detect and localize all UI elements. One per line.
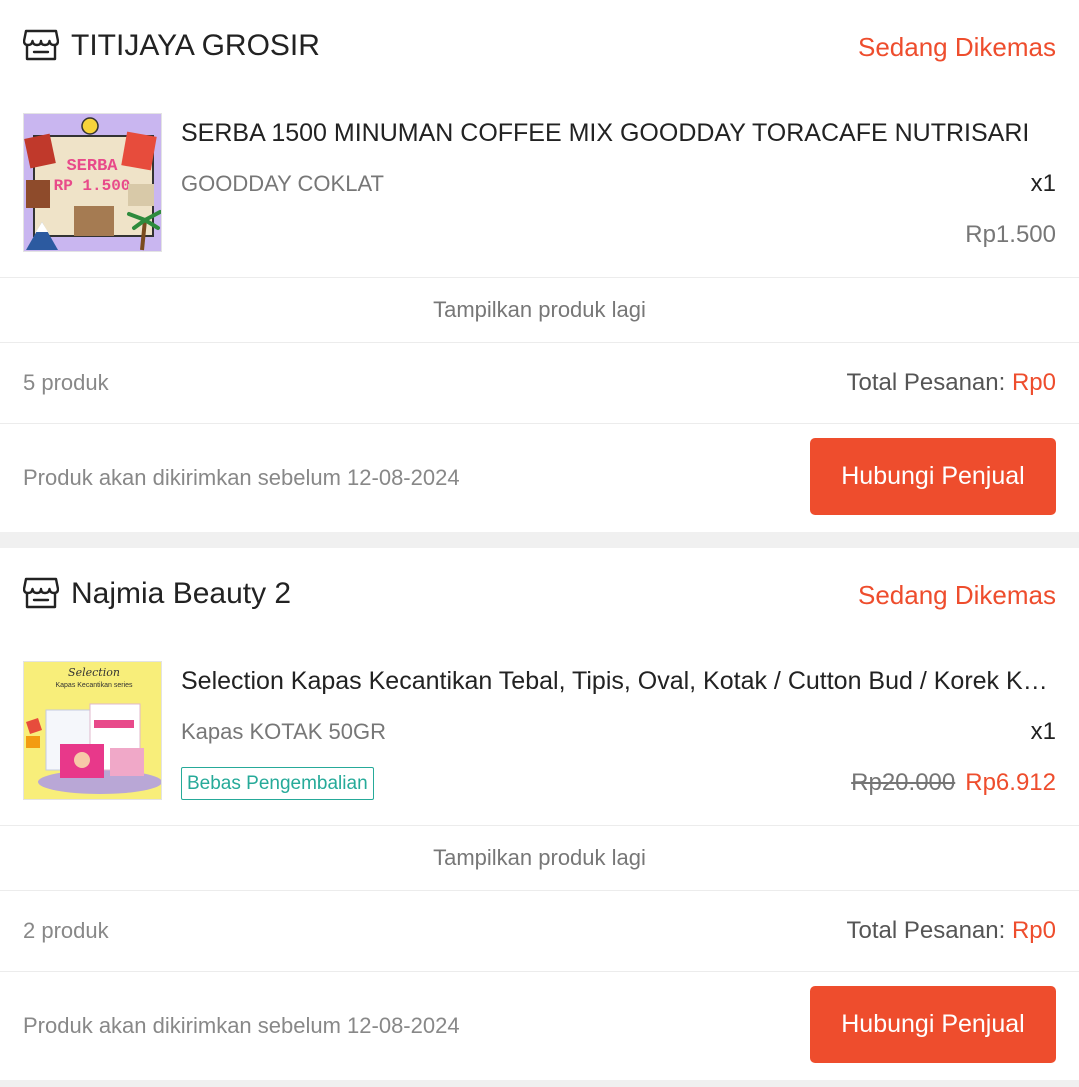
show-more-products[interactable]: Tampilkan produk lagi xyxy=(0,278,1079,342)
product-price: Rp20.000 Rp6.912 xyxy=(851,766,1056,800)
product-item[interactable]: Selection Kapas Kecantikan series Select… xyxy=(0,643,1079,825)
order-card: TITIJAYA GROSIR Sedang Dikemas SERBA RP … xyxy=(0,0,1079,532)
thumb-text-serba: SERBA xyxy=(66,157,118,176)
shipping-row: Produk akan dikirimkan sebelum 12-08-202… xyxy=(0,972,1079,1080)
thumb-text-series: Kapas Kecantikan series xyxy=(55,682,133,689)
show-more-products[interactable]: Tampilkan produk lagi xyxy=(0,826,1079,890)
product-name: Selection Kapas Kecantikan Tebal, Tipis,… xyxy=(181,667,1057,695)
price-value: Rp1.500 xyxy=(965,221,1056,248)
product-item[interactable]: SERBA RP 1.500 SERBA 1500 MINUMAN COFFEE… xyxy=(0,95,1079,277)
store-icon xyxy=(23,577,59,609)
shop-name: TITIJAYA GROSIR xyxy=(71,29,320,62)
total-amount: Rp0 xyxy=(1011,369,1056,396)
original-price: Rp20.000 xyxy=(851,769,956,796)
free-return-badge: Bebas Pengembalian xyxy=(181,767,374,800)
order-total: Total Pesanan: Rp0 xyxy=(847,913,1056,949)
product-name: SERBA 1500 MINUMAN COFFEE MIX GOODDAY TO… xyxy=(181,119,1030,147)
product-quantity: x1 xyxy=(1030,718,1056,745)
contact-seller-button[interactable]: Hubungi Penjual xyxy=(810,986,1056,1063)
shipping-note: Produk akan dikirimkan sebelum 12-08-202… xyxy=(23,1013,460,1038)
order-card: Najmia Beauty 2 Sedang Dikemas Selection… xyxy=(0,548,1079,1080)
product-thumbnail: SERBA RP 1.500 xyxy=(23,113,162,252)
order-summary: 2 produk Total Pesanan: Rp0 xyxy=(0,891,1079,971)
product-variant: GOODDAY COKLAT xyxy=(181,171,384,196)
shop-name: Najmia Beauty 2 xyxy=(71,577,292,610)
order-summary: 5 produk Total Pesanan: Rp0 xyxy=(0,343,1079,423)
total-label: Total Pesanan: xyxy=(846,369,1006,396)
order-status: Sedang Dikemas xyxy=(858,580,1056,610)
product-variant: Kapas KOTAK 50GR xyxy=(181,719,387,744)
discounted-price: Rp6.912 xyxy=(965,769,1056,796)
total-label: Total Pesanan: xyxy=(846,917,1006,944)
order-header[interactable]: TITIJAYA GROSIR Sedang Dikemas xyxy=(0,0,1079,95)
product-thumbnail: Selection Kapas Kecantikan series xyxy=(23,661,162,800)
product-count: 5 produk xyxy=(23,370,109,395)
order-total: Total Pesanan: Rp0 xyxy=(847,365,1056,401)
store-icon xyxy=(23,29,59,61)
thumb-text-price: RP 1.500 xyxy=(54,177,131,195)
thumb-text-brand: Selection xyxy=(68,666,120,679)
contact-seller-button[interactable]: Hubungi Penjual xyxy=(810,438,1056,515)
total-amount: Rp0 xyxy=(1011,917,1056,944)
product-quantity: x1 xyxy=(1030,170,1056,197)
product-price: Rp1.500 xyxy=(965,218,1056,252)
product-count: 2 produk xyxy=(23,918,109,943)
shipping-note: Produk akan dikirimkan sebelum 12-08-202… xyxy=(23,465,460,490)
shipping-row: Produk akan dikirimkan sebelum 12-08-202… xyxy=(0,424,1079,532)
order-header[interactable]: Najmia Beauty 2 Sedang Dikemas xyxy=(0,548,1079,643)
order-status: Sedang Dikemas xyxy=(858,32,1056,62)
